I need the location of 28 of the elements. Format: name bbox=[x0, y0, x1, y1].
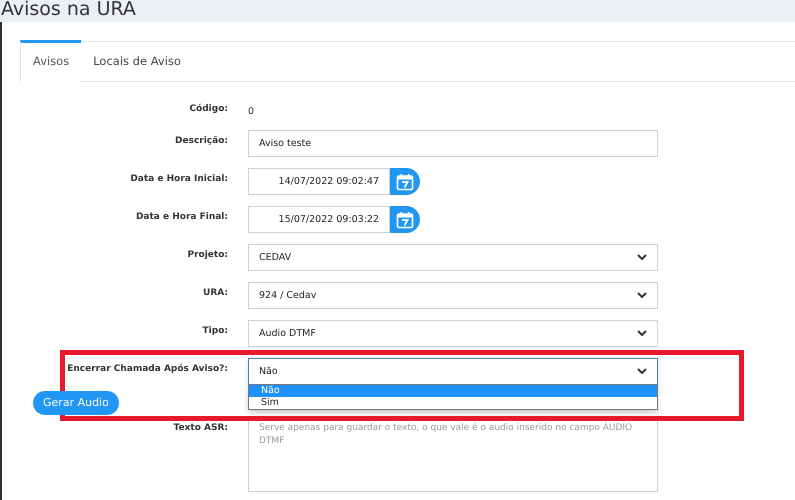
tab[interactable]: Avisos bbox=[20, 40, 82, 82]
date-time-field[interactable]: 14/07/2022 09:02:47 bbox=[248, 168, 390, 196]
select-field[interactable]: Audio DTMF bbox=[248, 320, 658, 348]
dropdown-option[interactable]: Sim bbox=[249, 397, 657, 410]
page-title: Avisos na URA bbox=[0, 0, 137, 18]
field-label: Encerrar Chamada Após Aviso?: bbox=[67, 362, 228, 376]
field-label: Código: bbox=[189, 102, 228, 116]
calendar-icon bbox=[396, 172, 414, 191]
field-label: Texto ASR: bbox=[174, 422, 228, 436]
chevron-down-icon bbox=[637, 254, 647, 262]
chevron-down-icon bbox=[637, 330, 647, 338]
select-field[interactable]: Não bbox=[248, 358, 658, 386]
calendar-icon bbox=[396, 210, 414, 229]
field-label: Data e Hora Inicial: bbox=[130, 173, 228, 186]
date-time-field[interactable]: 15/07/2022 09:03:22 bbox=[248, 206, 390, 234]
calendar-button[interactable] bbox=[390, 168, 420, 196]
calendar-button[interactable] bbox=[390, 206, 420, 234]
field-value: 0 bbox=[248, 105, 256, 119]
field-label: Data e Hora Final: bbox=[136, 211, 228, 224]
select-field[interactable]: 924 / Cedav bbox=[248, 282, 658, 310]
field-label: Tipo: bbox=[202, 325, 228, 338]
field-label: Projeto: bbox=[188, 249, 228, 262]
text-field[interactable]: Aviso teste bbox=[248, 130, 658, 158]
chevron-down-icon bbox=[637, 292, 647, 300]
field-label: Descrição: bbox=[175, 135, 228, 148]
select-field[interactable]: CEDAV bbox=[248, 244, 658, 272]
field-label: URA: bbox=[203, 287, 228, 300]
chevron-down-icon bbox=[637, 368, 647, 376]
